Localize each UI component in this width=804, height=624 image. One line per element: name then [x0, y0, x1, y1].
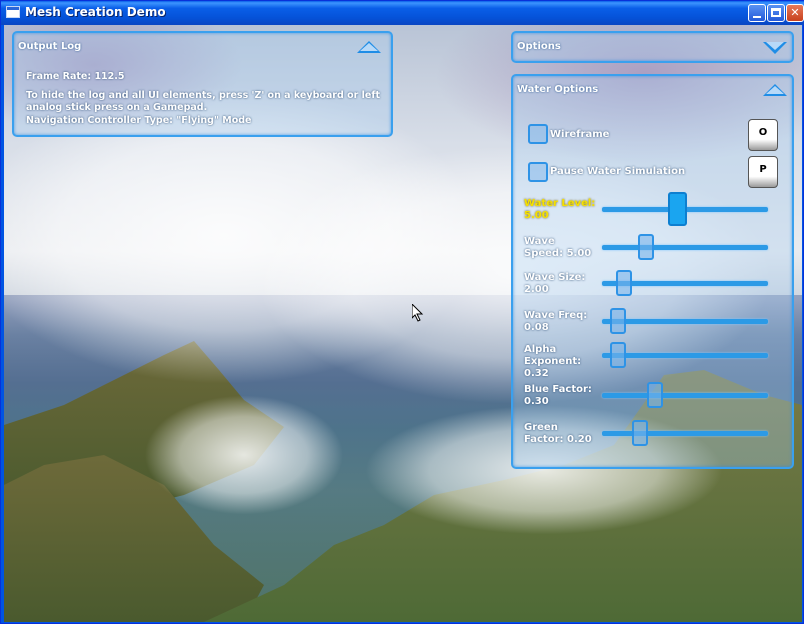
slider-thumb[interactable] — [609, 342, 626, 368]
pause-water-checkbox[interactable] — [528, 162, 548, 182]
slider-track[interactable] — [602, 319, 768, 324]
slider-thumb[interactable] — [638, 234, 654, 260]
options-panel[interactable]: Options — [511, 31, 794, 63]
wireframe-label: Wireframe — [550, 129, 610, 140]
maximize-icon — [771, 8, 781, 17]
minimize-icon — [753, 16, 761, 18]
triangle-up-icon[interactable] — [357, 41, 381, 53]
slider-label: Alpha Exponent: 0.32 — [524, 344, 582, 379]
slider-thumb[interactable] — [632, 420, 648, 446]
log-line: To hide the log and all UI elements, pre… — [26, 90, 380, 101]
maximize-button[interactable] — [767, 4, 785, 22]
slider-label: Water Level: 5.00 — [524, 198, 596, 221]
pause-water-label: Pause Water Simulation — [550, 166, 686, 177]
mouse-cursor-icon — [412, 304, 424, 322]
log-line-frame-rate: Frame Rate: 112.5 — [26, 71, 125, 82]
water-options-title: Water Options — [517, 84, 599, 95]
slider-track[interactable] — [602, 431, 768, 436]
close-icon: ✕ — [790, 6, 800, 19]
output-log-panel: Output Log Frame Rate: 112.5 To hide the… — [12, 31, 393, 137]
slider-track[interactable] — [602, 353, 768, 358]
slider-track[interactable] — [602, 393, 768, 398]
fog-cloud — [144, 395, 344, 515]
slider-label: Wave Size: 2.00 — [524, 272, 586, 295]
triangle-down-icon[interactable] — [763, 42, 787, 54]
window-title: Mesh Creation Demo — [25, 5, 166, 19]
triangle-up-icon[interactable] — [763, 84, 787, 96]
slider-thumb[interactable] — [647, 382, 663, 408]
slider-thumb[interactable] — [609, 308, 626, 334]
log-line: Navigation Controller Type: "Flying" Mod… — [26, 115, 252, 126]
options-title: Options — [517, 41, 561, 52]
slider-label: Green Factor: 0.20 — [524, 422, 592, 445]
wireframe-checkbox[interactable] — [528, 124, 548, 144]
slider-thumb[interactable] — [615, 270, 632, 296]
slider-label: Wave Freq: 0.08 — [524, 310, 588, 333]
title-bar[interactable]: Mesh Creation Demo ✕ — [1, 1, 804, 25]
close-button[interactable]: ✕ — [786, 4, 804, 22]
water-options-panel: Water Options Wireframe O Pause Water Si… — [511, 74, 794, 469]
slider-track[interactable] — [602, 245, 768, 250]
key-o-icon: O — [748, 119, 778, 151]
minimize-button[interactable] — [748, 4, 766, 22]
key-p-icon: P — [748, 156, 778, 188]
app-window: Mesh Creation Demo ✕ Output Log Frame Ra… — [0, 0, 804, 624]
slider-label: Blue Factor: 0.30 — [524, 384, 592, 407]
app-icon — [6, 6, 20, 18]
output-log-title: Output Log — [18, 41, 82, 52]
slider-label: Wave Speed: 5.00 — [524, 236, 592, 259]
log-line: analog stick press on a Gamepad. — [26, 102, 208, 113]
slider-thumb[interactable] — [668, 192, 688, 226]
